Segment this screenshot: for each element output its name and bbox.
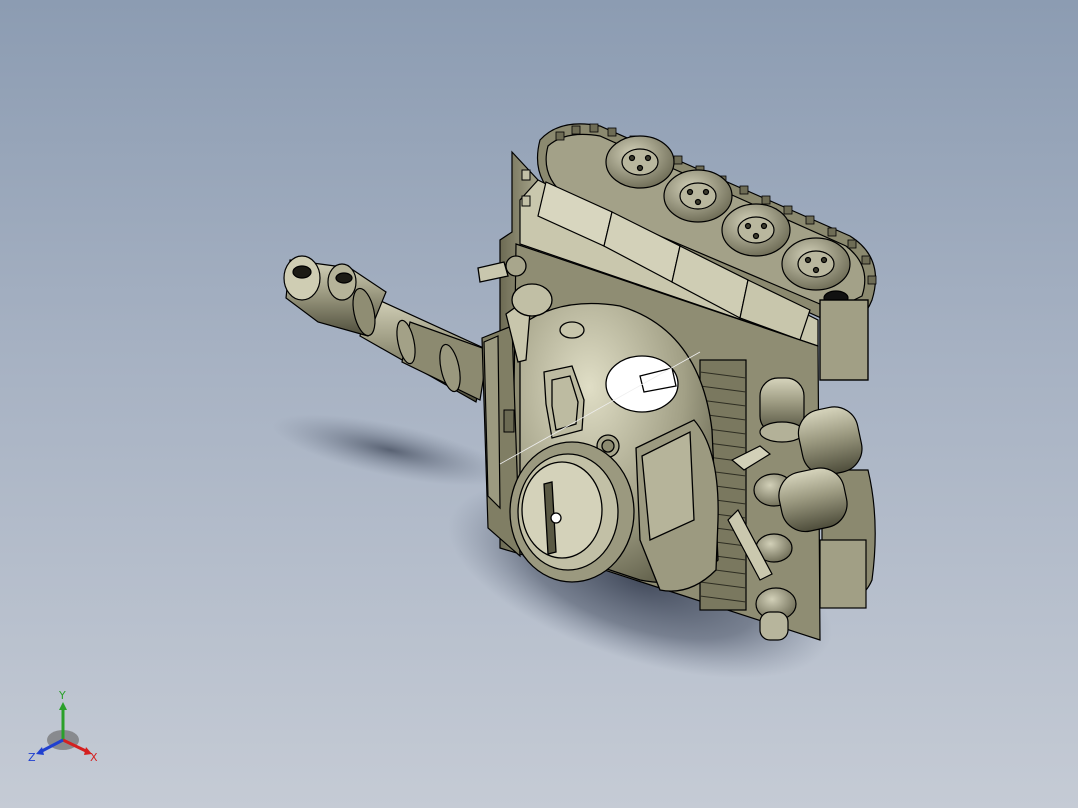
tank-model[interactable] (0, 0, 1078, 808)
gun-barrel (283, 255, 489, 403)
orientation-triad: Y X Z (26, 690, 106, 774)
3d-viewport[interactable]: Y X Z (0, 0, 1078, 808)
z-axis-label: Z (28, 751, 36, 764)
barrel-shadow (272, 414, 508, 486)
y-axis-label: Y (59, 689, 66, 702)
x-axis-label: X (90, 751, 98, 764)
